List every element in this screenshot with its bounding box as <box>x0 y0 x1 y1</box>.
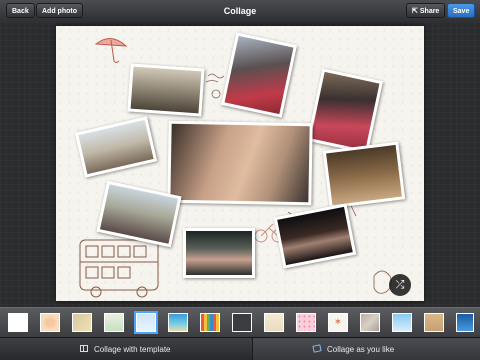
background-thumb-white-starfish[interactable]: ✶ <box>328 313 348 332</box>
template-grid-icon <box>80 345 88 353</box>
tab-collage-as-you-like[interactable]: Collage as you like <box>252 338 480 360</box>
tab-collage-with-template[interactable]: Collage with template <box>0 338 252 360</box>
share-label: Share <box>419 8 440 15</box>
background-picker: ✶ <box>0 307 480 338</box>
collage-app: Collage Back Add photo ⇱ Share Save ⤮ ✶ … <box>0 0 480 360</box>
background-thumb-white[interactable] <box>8 313 28 332</box>
shuffle-icon: ⤮ <box>395 279 405 291</box>
background-thumb-blue-ocean[interactable] <box>456 313 474 332</box>
background-thumb-light-blue-sky[interactable] <box>392 313 412 332</box>
bus-doodle[interactable] <box>79 239 159 298</box>
background-thumb-kraft-paper[interactable] <box>424 313 444 332</box>
shuffle-button[interactable]: ⤮ <box>389 274 411 296</box>
freeform-collage-icon <box>312 344 322 354</box>
umbrella-doodle[interactable] <box>94 38 128 63</box>
text-scribble <box>205 73 225 99</box>
back-button[interactable]: Back <box>6 3 35 18</box>
background-thumb-sandy-beach[interactable] <box>72 313 92 332</box>
add-photo-button[interactable]: Add photo <box>36 3 83 18</box>
background-thumb-gray-stone[interactable] <box>360 313 380 332</box>
bottom-tab-bar: Collage with template Collage as you lik… <box>0 337 480 360</box>
background-thumb-cream-linen[interactable] <box>264 313 284 332</box>
tab-label: Collage with template <box>94 345 171 354</box>
background-thumb-sky-blue[interactable] <box>136 313 156 332</box>
background-thumb-mint-paper[interactable] <box>104 313 124 332</box>
background-thumb-tropical-sea[interactable] <box>168 313 188 332</box>
background-thumb-pink-polka[interactable] <box>296 313 316 332</box>
collage-photo-6[interactable] <box>322 141 406 209</box>
background-thumb-color-stripes[interactable] <box>200 313 220 332</box>
tab-label: Collage as you like <box>327 345 395 354</box>
background-thumb-peach-floral[interactable] <box>40 313 60 332</box>
share-icon: ⇱ <box>412 8 418 15</box>
collage-photo-1[interactable] <box>127 63 205 117</box>
top-toolbar: Collage Back Add photo ⇱ Share Save <box>0 0 480 23</box>
collage-photo-8[interactable] <box>183 228 255 278</box>
collage-photo-5[interactable] <box>167 120 313 206</box>
save-button[interactable]: Save <box>447 3 476 18</box>
background-thumb-dark-charcoal[interactable] <box>232 313 252 332</box>
share-button[interactable]: ⇱ Share <box>406 3 446 18</box>
collage-canvas[interactable] <box>56 26 424 301</box>
